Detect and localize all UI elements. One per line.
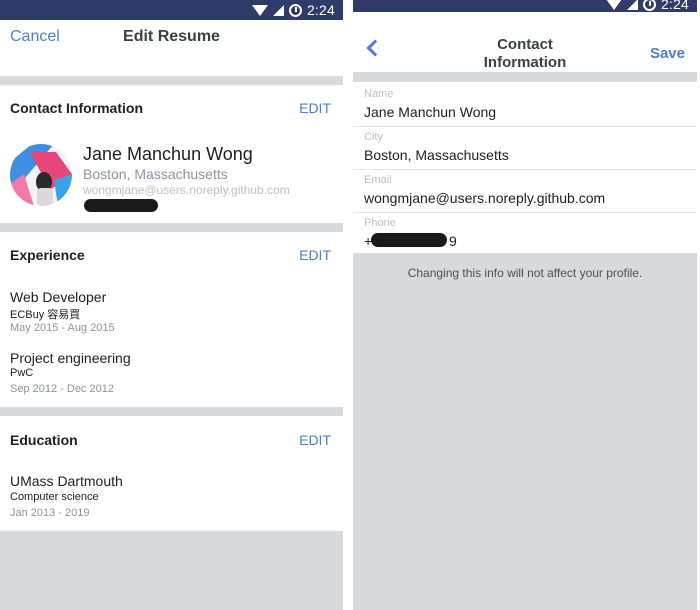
edit-resume-screen: 2:24 Cancel Edit Resume Contact Informat…	[0, 0, 343, 610]
page-title: Contact Information	[353, 36, 697, 72]
edit-contact-button[interactable]: EDIT	[299, 100, 331, 116]
field-label: City	[364, 131, 383, 143]
name-field[interactable]: Name Jane Manchun Wong	[353, 84, 697, 127]
experience-dates: Sep 2012 - Dec 2012	[10, 383, 114, 395]
education-dates: Jan 2013 - 2019	[10, 507, 90, 519]
redacted-phone	[371, 233, 447, 247]
status-time: 2:24	[660, 0, 689, 12]
page-title-line: Information	[483, 54, 567, 71]
redacted-phone	[84, 199, 158, 212]
edit-education-button[interactable]: EDIT	[299, 432, 331, 448]
education-section-title: Education	[10, 432, 78, 448]
status-bar: 2:24	[0, 0, 343, 20]
divider	[353, 72, 697, 82]
field-label: Email	[364, 174, 392, 186]
signal-icon	[626, 0, 638, 10]
city-field[interactable]: City Boston, Massachusetts	[353, 127, 697, 170]
field-value[interactable]: Boston, Massachusetts	[364, 147, 509, 163]
contact-section-title: Contact Information	[10, 100, 143, 116]
phone-field[interactable]: Phone + 9	[353, 213, 697, 253]
divider	[0, 223, 343, 232]
empty-area	[0, 531, 343, 610]
alarm-icon	[642, 0, 656, 11]
edit-experience-button[interactable]: EDIT	[299, 247, 331, 263]
experience-dates: May 2015 - Aug 2015	[10, 322, 115, 334]
save-button[interactable]: Save	[650, 45, 685, 62]
contact-city: Boston, Massachusetts	[83, 166, 228, 182]
alarm-icon	[288, 3, 302, 17]
signal-icon	[272, 4, 284, 16]
status-bar: 2:24	[353, 0, 697, 12]
field-label: Phone	[364, 217, 396, 229]
avatar	[10, 144, 72, 206]
email-field[interactable]: Email wongmjane@users.noreply.github.com	[353, 170, 697, 213]
info-note: Changing this info will not affect your …	[407, 266, 643, 280]
contact-name: Jane Manchun Wong	[83, 144, 253, 164]
field-value[interactable]: wongmjane@users.noreply.github.com	[364, 190, 605, 206]
contact-email: wongmjane@users.noreply.github.com	[83, 183, 290, 197]
contact-information-screen: 2:24 Contact Information Save Name Jane …	[353, 0, 697, 610]
divider	[0, 407, 343, 416]
experience-title: Web Developer	[10, 289, 107, 305]
education-school: UMass Dartmouth	[10, 473, 123, 489]
field-value[interactable]: Jane Manchun Wong	[364, 104, 496, 120]
status-time: 2:24	[306, 2, 335, 18]
phone-suffix: 9	[449, 233, 457, 249]
wifi-icon	[605, 0, 622, 10]
education-field: Computer science	[10, 491, 99, 503]
experience-title: Project engineering	[10, 350, 131, 366]
field-label: Name	[364, 88, 394, 100]
wifi-icon	[251, 4, 268, 16]
experience-company: ECBuy 容易買	[10, 309, 81, 321]
experience-company: PwC	[10, 367, 34, 379]
empty-area	[353, 253, 697, 610]
page-title: Edit Resume	[123, 28, 220, 45]
experience-section-title: Experience	[10, 247, 85, 263]
page-title-line: Contact	[497, 36, 553, 53]
divider	[0, 76, 343, 85]
